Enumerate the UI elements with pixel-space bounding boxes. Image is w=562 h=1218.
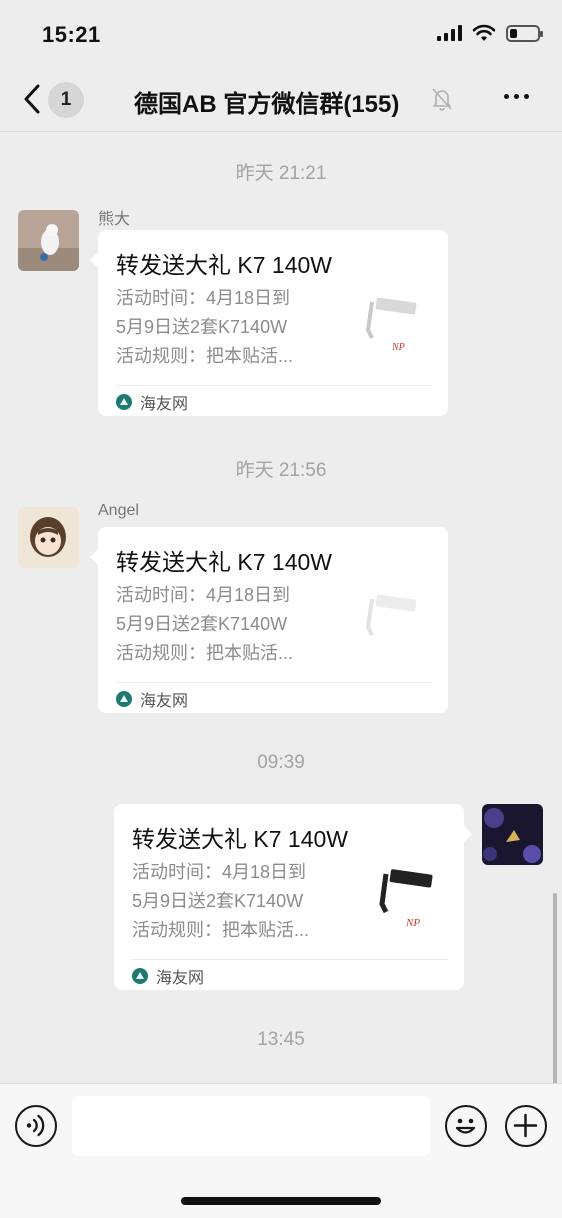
message-timestamp: 13:45 [257,1029,305,1050]
card-source: 海友网 [116,390,188,414]
voice-input-button[interactable] [15,1105,57,1147]
card-thumbnail: NP [365,297,417,353]
my-avatar[interactable] [482,804,543,865]
more-dots-icon[interactable] [504,94,529,99]
card-title: 转发送大礼 K7 140W [132,826,348,852]
chat-title[interactable]: 德国AB 官方微信群(155) [134,84,399,119]
battery-icon [506,24,543,42]
card-description: 活动时间：4月18日到 5月9日送2套K7140W 活动规则：把本贴活... [116,288,294,366]
emoji-icon [455,1118,476,1134]
signal-icon [437,25,462,41]
back-chevron-icon[interactable] [20,83,50,115]
plus-icon [513,1113,538,1138]
card-title: 转发送大礼 K7 140W [116,252,332,278]
wifi-icon [472,24,496,41]
message-list[interactable]: 昨天 21:21 熊大 转发送大礼 K7 140W 活动时间：4月18日到 5月… [0,133,562,1083]
message-timestamp: 昨天 21:56 [235,460,327,481]
message-input[interactable] [72,1096,430,1156]
message-timestamp: 09:39 [257,752,305,773]
more-actions-button[interactable] [505,1105,547,1147]
card-title: 转发送大礼 K7 140W [116,549,332,575]
status-time: 15:21 [42,22,101,47]
status-bar: 15:21 [0,0,562,66]
emoji-button[interactable] [445,1105,487,1147]
card-thumbnail [365,594,417,636]
sender-name: 熊大 [98,211,131,228]
shared-link-card[interactable]: 转发送大礼 K7 140W 活动时间：4月18日到 5月9日送2套K7140W … [90,527,448,713]
avatar[interactable] [18,507,79,568]
shared-link-card[interactable]: 转发送大礼 K7 140W 活动时间：4月18日到 5月9日送2套K7140W … [90,230,448,416]
message-timestamp: 昨天 21:21 [235,163,327,184]
shared-link-card[interactable]: 转发送大礼 K7 140W 活动时间：4月18日到 5月9日送2套K7140W … [114,804,472,990]
card-description: 活动时间：4月18日到 5月9日送2套K7140W 活动规则：把本贴活... [116,585,294,663]
scrollbar[interactable] [553,893,557,1083]
mute-bell-icon [432,88,452,111]
source-logo-icon [116,394,132,410]
status-icons [437,24,543,42]
svg-text:NP: NP [391,342,405,353]
chat-header: 1 德国AB 官方微信群(155) [0,66,562,132]
card-source: 海友网 [116,687,188,711]
voice-wave-icon [26,1114,45,1137]
battery-level [510,28,517,38]
sender-name: Angel [98,502,139,519]
source-logo-icon [116,691,132,707]
card-description: 活动时间：4月18日到 5月9日送2套K7140W 活动规则：把本贴活... [132,862,310,940]
unread-count-badge[interactable]: 1 [48,82,84,118]
home-indicator [181,1197,381,1205]
avatar[interactable] [18,210,79,271]
svg-text:NP: NP [405,917,420,929]
card-source: 海友网 [132,964,204,988]
source-logo-icon [132,968,148,984]
card-thumbnail: NP [379,869,433,929]
